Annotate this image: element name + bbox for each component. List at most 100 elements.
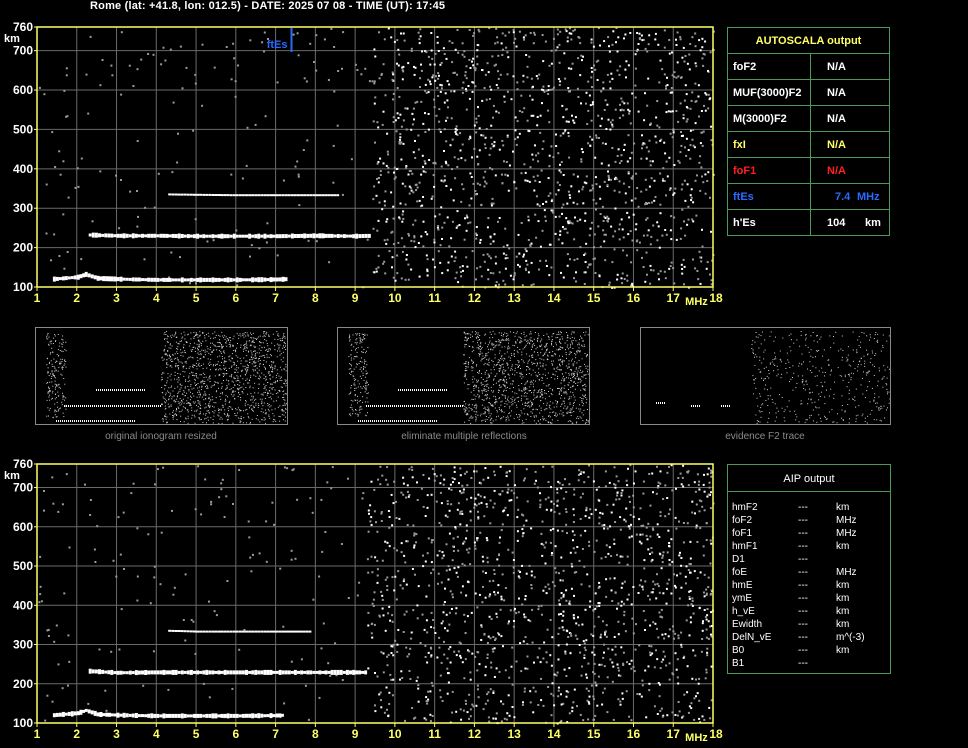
thumb-dot [487,383,489,385]
noise-dot [618,223,621,226]
thumb-dot [187,358,189,360]
thumb-dot [187,333,189,335]
thumb-dot [240,335,242,337]
noise-dot [513,181,516,184]
thumb-dot [208,352,210,354]
thumb-dot [472,416,474,418]
thumb-dot [198,394,200,396]
thumb-dot [180,333,182,335]
noise-dot [501,182,504,185]
thumb-dot [504,346,506,348]
trace-point [251,234,255,238]
thumb-dot [199,394,201,396]
thumb-dot [250,392,252,394]
thumb-dot [550,393,552,395]
thumb-dot [562,400,564,402]
thumb-dot [219,345,221,347]
thumb-dot [472,367,474,369]
thumb-dot [272,413,274,415]
noise-dot [467,222,470,225]
thumb-dot [207,410,209,411]
noise-dot [551,211,554,214]
thumb-dot [54,388,56,390]
noise-dot [583,254,586,256]
thumb-dot [540,419,541,421]
noise-dot [594,68,597,71]
thumb-dot [179,404,181,406]
thumb-dot [284,393,286,395]
noise-dot [675,44,678,46]
noise-dot [567,135,570,138]
trace-point [101,233,105,237]
thumb-dot [587,365,589,367]
noise-dot [527,129,530,132]
thumb-dot [563,375,564,377]
thumb-dot [246,367,248,369]
thumb-dot [564,392,566,394]
thumb-dot [221,391,223,393]
thumb-dot [268,350,270,352]
thumb-dot [482,384,484,385]
noise-dot [455,125,458,128]
thumb-dot [266,331,268,333]
thumb-dot [278,348,280,350]
thumb-dot [65,350,67,352]
thumb-trace [120,405,121,407]
noise-dot [393,40,396,43]
thumb-dot [285,366,287,368]
thumb-dot [252,395,254,397]
thumb-dot [168,395,170,397]
thumb-dot [546,377,548,379]
thumb-dot [511,364,513,366]
noise-dot [410,128,413,131]
noise-dot [539,131,542,134]
thumb-dot [257,419,259,421]
thumb-dot [537,340,538,342]
thumb-dot [517,400,519,402]
thumb-dot [161,404,163,406]
thumb-dot [581,358,583,360]
noise-dot [501,32,504,35]
noise-dot [599,124,602,127]
thumb-dot [172,390,174,392]
thumb-dot [252,332,254,334]
thumb-dot [562,415,564,417]
thumb-dot [247,364,248,366]
thumb-dot [192,349,194,351]
thumb-dot [547,355,549,357]
thumb-dot [198,390,200,392]
noise-dot [550,49,553,52]
thumb-dot [211,342,213,344]
thumb-dot [54,341,56,342]
trace-point [238,234,242,238]
thumb-dot [162,418,164,420]
thumb-dot [265,340,267,342]
thumb-trace [100,420,101,422]
thumb-dot [477,339,479,341]
thumb-dot [481,384,483,386]
thumb-dot [358,400,360,402]
x-tick-label: 3 [113,291,120,305]
thumb-dot [568,372,570,374]
noise-dot [414,246,417,249]
thumb-dot [174,399,176,401]
thumb-dot [166,400,167,402]
thumb-dot [276,369,278,371]
noise-dot [451,220,454,223]
thumb-dot [60,373,62,375]
thumb-dot [174,387,176,389]
trace-point [315,194,319,197]
noise-dot [99,84,102,87]
thumb-trace [122,405,123,407]
thumb-dot [547,336,549,337]
thumb-dot [48,343,50,345]
thumb-dot [356,351,358,353]
noise-dot [421,154,424,157]
thumb-dot [582,405,584,407]
thumb-dot [47,382,49,383]
thumb-dot [351,349,353,351]
thumb-trace [144,405,145,407]
thumb-dot [46,364,48,366]
thumb-dot [258,358,259,360]
thumb-dot [193,342,195,344]
